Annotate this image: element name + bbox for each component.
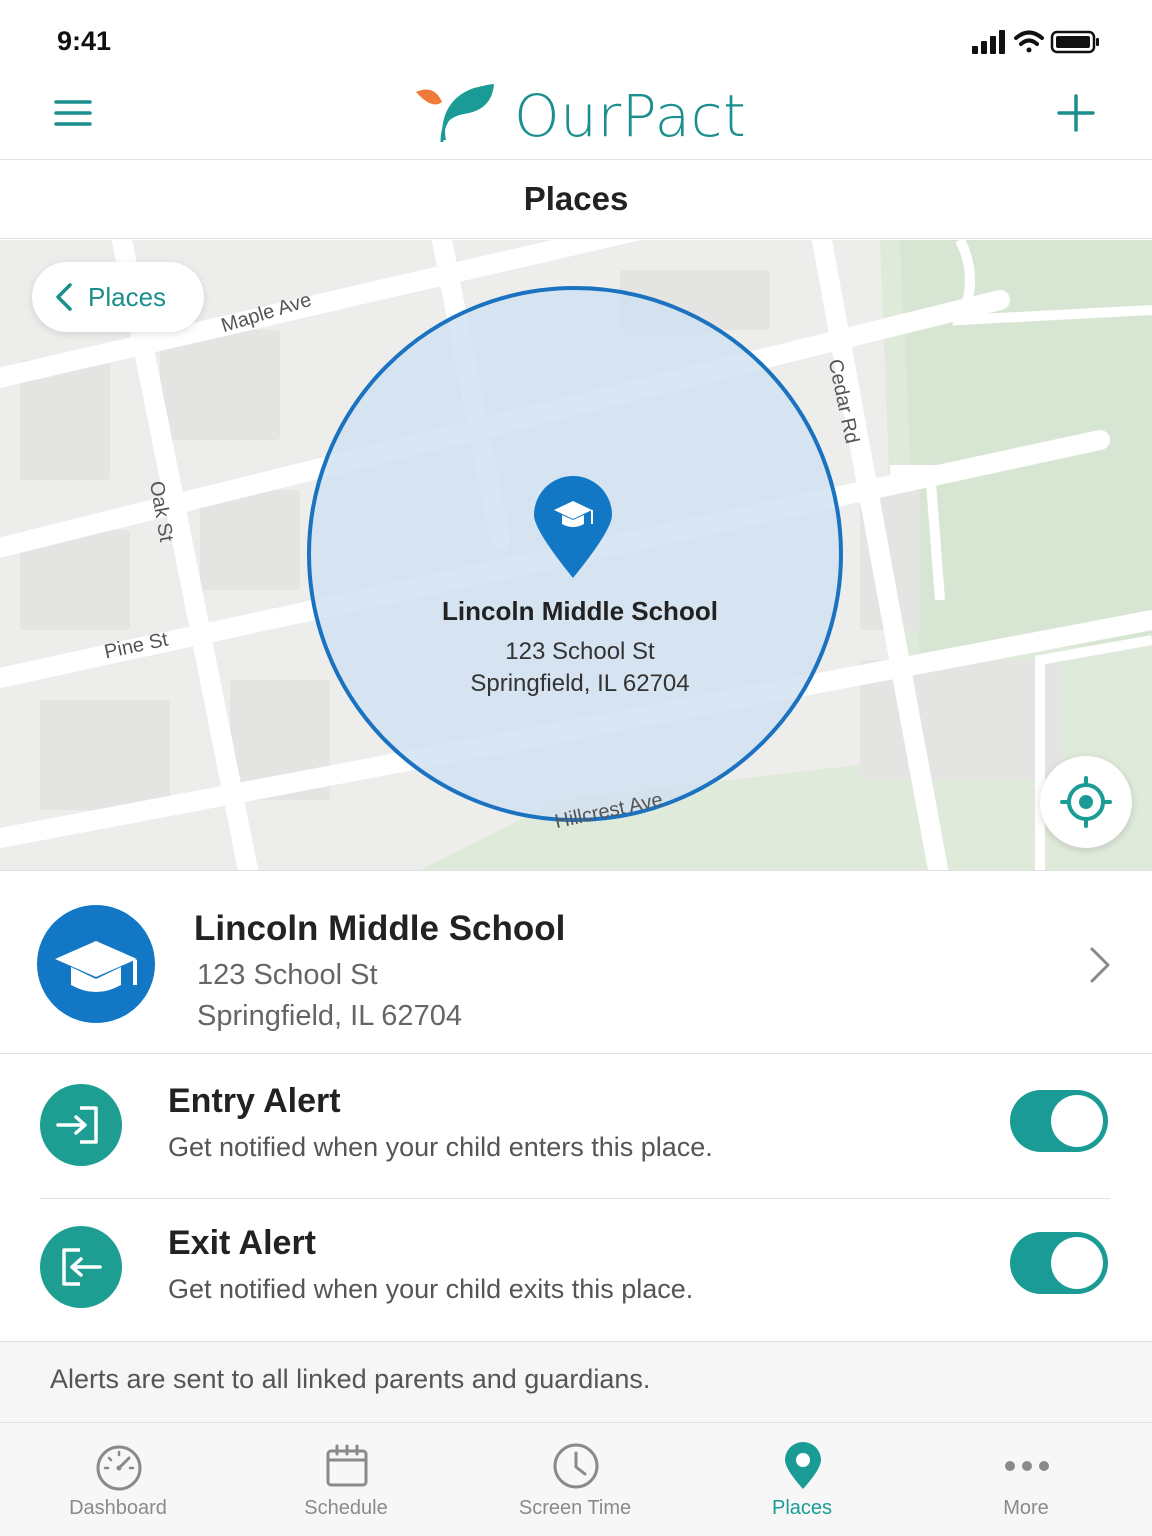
toggle-knob [1051,1237,1103,1289]
geofence-address-line1: 123 School St [505,638,655,665]
tab-label-places: Places [771,1497,833,1519]
back-label: Places [88,281,167,312]
graduation-cap-icon [55,941,137,992]
clock-icon [553,1443,599,1489]
geofence-address-line2: Springfield, IL 62704 [470,670,690,697]
add-icon[interactable] [1054,92,1098,136]
entry-alert-toggle[interactable] [1010,1090,1108,1152]
alerts-footnote: Alerts are sent to all linked parents an… [50,1364,651,1394]
tab-schedule[interactable]: Schedule [256,1423,436,1536]
alerts-footnote-area: Alerts are sent to all linked parents an… [0,1341,1152,1423]
wifi-icon [1014,30,1044,53]
recenter-button[interactable] [1040,756,1132,848]
crosshair-icon [1060,776,1112,828]
map-view[interactable]: Places Maple Ave Oak St Pine St Cedar Rd… [0,240,1152,870]
title-bar: Places [0,161,1152,239]
entry-alert-row: Entry Alert Get notified when your child… [0,1062,1152,1206]
entry-alert-description: Get notified when your child enters this… [168,1132,713,1162]
calendar-icon [326,1444,368,1487]
tab-more[interactable]: More [936,1423,1116,1536]
toggle-knob [1051,1095,1103,1147]
place-address-line1: 123 School St [197,959,378,991]
alert-divider [40,1198,1110,1199]
status-bar: 9:41 [0,0,1152,80]
app-bar: OurPact [0,80,1152,160]
exit-alert-badge [40,1226,122,1308]
enter-icon [56,1106,98,1144]
more-dots-icon [1005,1461,1049,1471]
entry-alert-title: Entry Alert [168,1082,341,1120]
place-address-line2: Springfield, IL 62704 [197,1000,462,1032]
tab-label-screen-time: Screen Time [518,1497,632,1519]
tab-label-more: More [1003,1497,1049,1519]
place-name: Lincoln Middle School [194,909,566,948]
place-avatar [37,905,155,1023]
status-time: 9:41 [57,26,112,56]
exit-alert-title: Exit Alert [168,1224,317,1262]
geofence-name: Lincoln Middle School [442,596,718,626]
tab-label-dashboard: Dashboard [69,1497,167,1519]
signal-icon [972,30,1005,54]
exit-icon [62,1248,102,1286]
brand-name: OurPact [514,82,747,150]
location-pin-icon [785,1442,821,1489]
tab-label-schedule: Schedule [304,1497,388,1519]
chevron-left-icon [56,283,72,311]
chevron-right-icon [1090,947,1110,983]
page-title: Places [523,180,629,217]
exit-alert-description: Get notified when your child exits this … [168,1274,694,1304]
entry-alert-badge [40,1084,122,1166]
battery-icon [1050,30,1099,54]
back-to-places-button[interactable]: Places [32,262,204,332]
menu-icon[interactable] [52,94,96,138]
exit-alert-row: Exit Alert Get notified when your child … [0,1204,1152,1348]
exit-alert-toggle[interactable] [1010,1232,1108,1294]
tab-bar: Dashboard Schedule Screen Time Places Mo… [0,1423,1152,1536]
leaf-logo-icon [416,84,494,143]
map-base [0,240,1152,870]
tab-screen-time[interactable]: Screen Time [485,1423,665,1536]
status-icons [972,30,1099,54]
tab-places[interactable]: Places [712,1423,892,1536]
place-detail-row[interactable]: Lincoln Middle School 123 School St Spri… [0,870,1152,1054]
tab-dashboard[interactable]: Dashboard [28,1423,208,1536]
gauge-icon [96,1445,142,1491]
